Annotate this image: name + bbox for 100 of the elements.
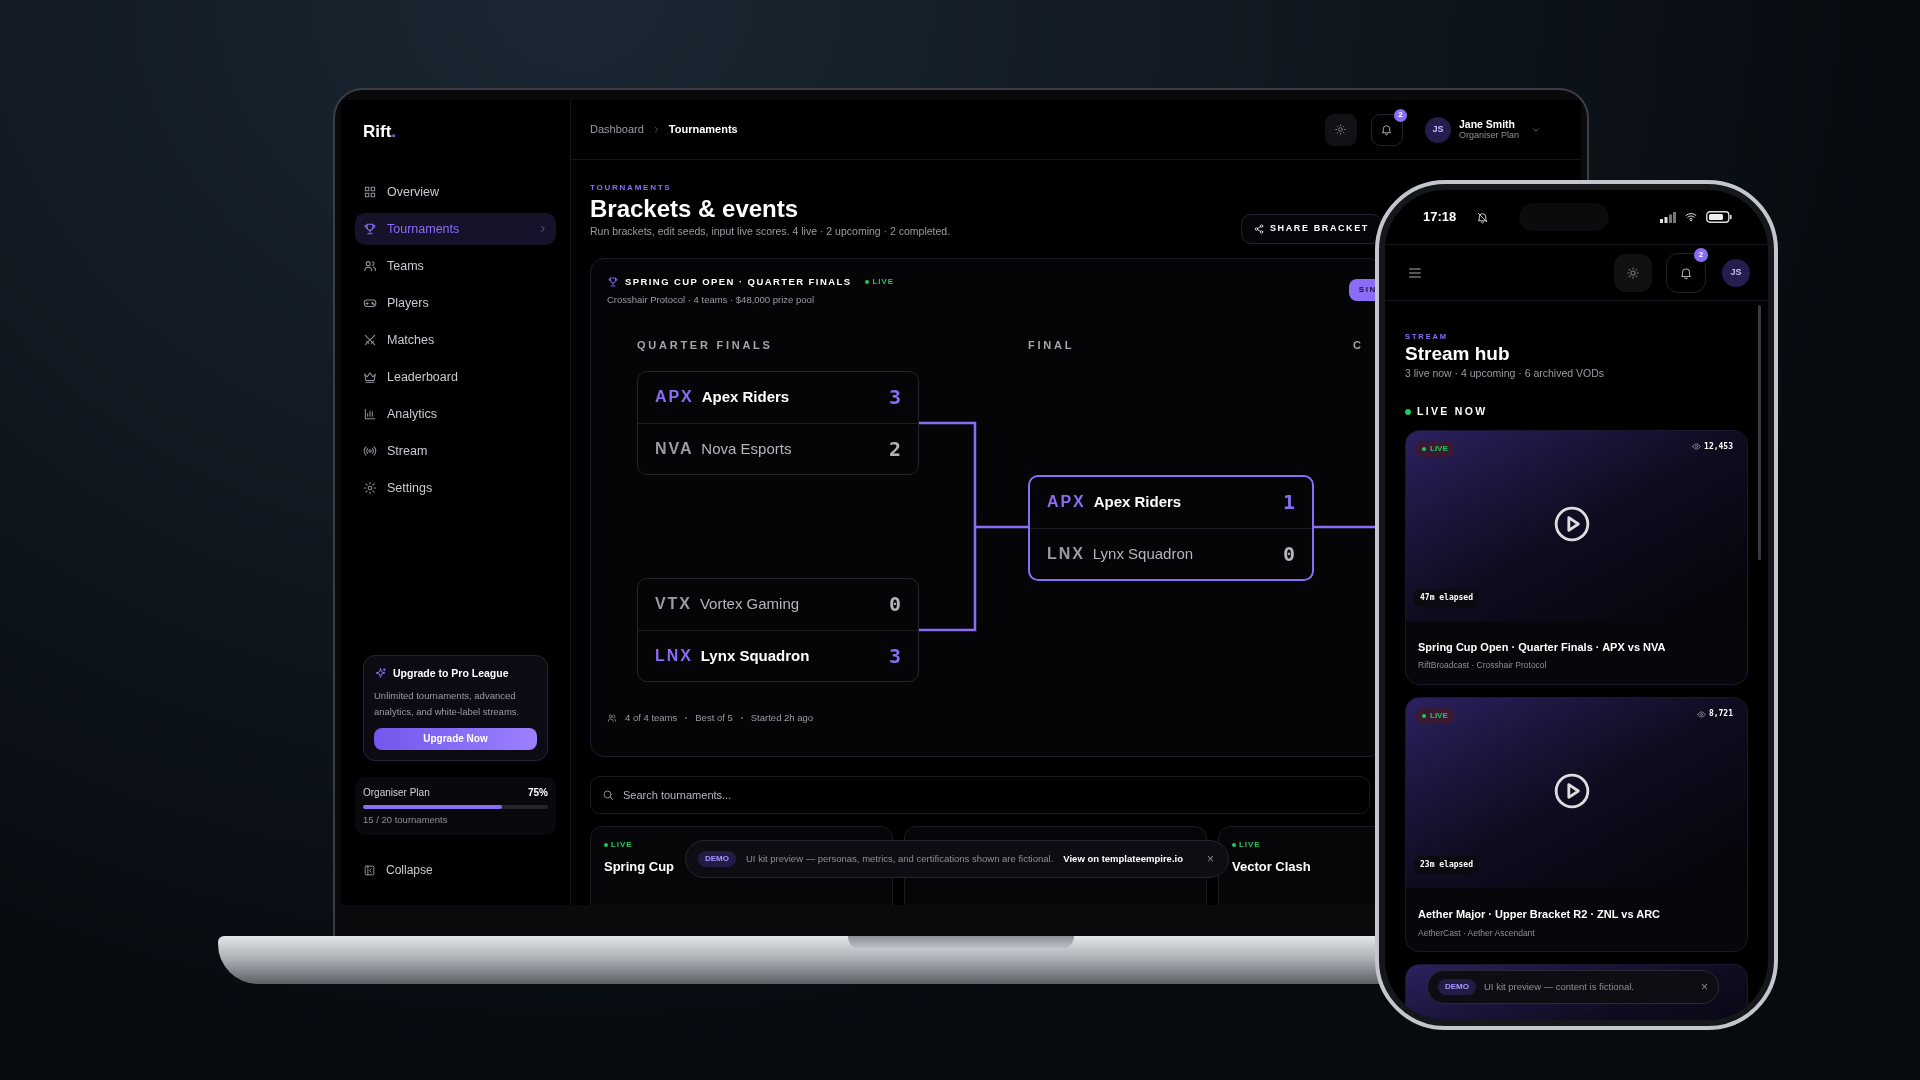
notification-badge: 2 [1393,108,1407,122]
chevron-right-icon [538,224,548,234]
round-label: FINAL [1028,337,1075,353]
upgrade-button[interactable]: Upgrade Now [374,727,537,750]
close-button[interactable]: × [1701,978,1708,996]
bracket-subtitle: Crosshair Protocol · 4 teams · $48,000 prize pool [607,293,815,307]
search-icon [602,788,614,801]
team-name: Lynx Squadron [1092,543,1195,564]
broadcast-icon [363,444,377,458]
stream-card[interactable]: LIVE 12,453 47m elapsed Spring Cup Open · Quarter Finals · APX vs NVA RiftBroadcast · Crosshair Protocol [1405,429,1748,685]
logo-mark: . [391,122,397,142]
page-title: Brackets & events [590,194,800,224]
team-tag: APX [1047,490,1086,515]
notification-badge: 2 [1694,247,1708,262]
live-badge: LIVE [1416,440,1454,457]
eye-icon [1696,709,1706,719]
bracket-stat: Started 2h ago [750,710,814,725]
plan-label: Organiser Plan [363,785,430,800]
close-button[interactable]: × [1206,850,1214,868]
round-label: C [1353,337,1364,353]
trophy-icon [607,275,619,288]
live-badge: LIVE [1416,708,1454,724]
tournament-title: Spring Cup [604,857,675,876]
breadcrumb-link[interactable]: Dashboard [590,121,644,138]
team-row[interactable]: NVA Nova Esports 2 [638,422,918,474]
people-icon [363,259,377,273]
bracket-stat: Best of 5 [695,710,733,725]
team-row[interactable]: LNX Lynx Squadron 3 [638,629,918,681]
share-bracket-button[interactable]: SHARE BRACKET [1240,213,1382,244]
tournament-title: Vector Clash [1232,857,1311,876]
page-eyebrow: TOURNAMENTS [590,182,673,194]
crossed-swords-icon [363,333,377,347]
team-tag: LNX [655,643,693,668]
team-score: 1 [1282,489,1295,517]
wifi-icon [1684,211,1698,223]
team-score: 3 [888,642,901,670]
logo: Rift [363,122,392,142]
team-tag: APX [655,385,694,410]
battery-icon [1706,211,1732,223]
page-title: Stream hub [1405,342,1511,367]
stream-meta: RiftBroadcast · Crosshair Protocol [1418,659,1548,672]
template-link[interactable]: View on templateempire.io [1063,851,1183,867]
viewer-count: 8,721 [1696,708,1733,720]
team-score: 3 [888,384,901,412]
page-subtitle: Run brackets, edit seeds, input live scores. 4 live · 2 upcoming · 2 completed. [590,224,951,239]
stream-title: Aether Major · Upper Bracket R2 · ZNL vs ARC [1418,907,1662,922]
team-name: Nova Esports [701,438,793,459]
team-tag: LNX [1047,541,1085,566]
team-row[interactable]: APX Apex Riders 3 [638,371,918,423]
team-row[interactable]: LNX Lynx Squadron 0 [1030,527,1312,579]
collapse-button[interactable]: Collapse [355,861,556,879]
team-row[interactable]: APX Apex Riders 1 [1030,476,1312,528]
viewer-count: 12,453 [1692,440,1733,453]
theme-button[interactable] [1614,253,1652,292]
trophy-icon [363,222,377,236]
team-row[interactable]: VTX Vortex Gaming 0 [638,578,918,630]
team-score: 0 [1282,540,1295,568]
bracket-title: SPRING CUP OPEN · QUARTER FINALS [625,274,852,289]
elapsed-badge: 23m elapsed [1414,856,1479,874]
team-name: Apex Riders [701,387,791,407]
eye-icon [1692,442,1702,452]
signal-icon [1660,211,1676,223]
user-avatar[interactable]: JS [1722,258,1750,287]
nav-item[interactable]: Overview [355,176,556,208]
nav-item[interactable]: Leaderboard [355,361,556,393]
sun-icon [1626,265,1640,280]
nav-item[interactable]: Teams [355,250,556,282]
live-status: LIVE [865,275,895,288]
user-name: Jane Smith [1458,118,1516,130]
upgrade-text: Unlimited tournaments, advanced analytics, and white-label streams. [374,688,521,719]
nav-item[interactable]: Players [355,287,556,319]
demo-badge: DEMO [1438,979,1476,995]
people-icon [607,712,617,723]
nav-item[interactable]: Settings [355,472,556,504]
play-icon [1553,504,1591,543]
stream-card[interactable]: LIVE 8,721 23m elapsed Aether Major · Upper Bracket R2 · ZNL vs ARC AetherCast · Aether Ascendant [1405,697,1748,953]
play-icon [1553,772,1591,810]
user-avatar[interactable]: JS [1424,116,1451,143]
page-subtitle: 3 live now · 4 upcoming · 6 archived VODs [1405,366,1605,382]
bell-icon [1679,265,1693,280]
demo-badge: DEMO [698,851,736,867]
team-name: Apex Riders [1093,492,1183,512]
stream-title: Spring Cup Open · Quarter Finals · APX vs NVA [1418,639,1667,655]
team-tag: NVA [655,436,694,461]
nav-item[interactable]: Stream [355,435,556,467]
nav-item[interactable]: Matches [355,324,556,356]
theme-button[interactable] [1324,113,1357,146]
elapsed-badge: 47m elapsed [1414,588,1479,607]
round-label: QUARTER FINALS [637,337,773,353]
sidebar-collapse-icon [363,863,376,877]
nav-item[interactable]: Analytics [355,398,556,430]
breadcrumb-link[interactable]: Tournaments [668,121,738,138]
status-time: 17:18 [1423,208,1457,227]
team-score: 0 [888,591,901,619]
nav-item[interactable]: Tournaments [355,213,556,245]
plan-percent: 75% [528,785,548,800]
section-heading: LIVE NOW [1417,404,1488,419]
search-field[interactable]: Search tournaments... [590,775,1370,814]
upgrade-title: Upgrade to Pro League [393,666,509,681]
team-tag: VTX [655,592,692,617]
